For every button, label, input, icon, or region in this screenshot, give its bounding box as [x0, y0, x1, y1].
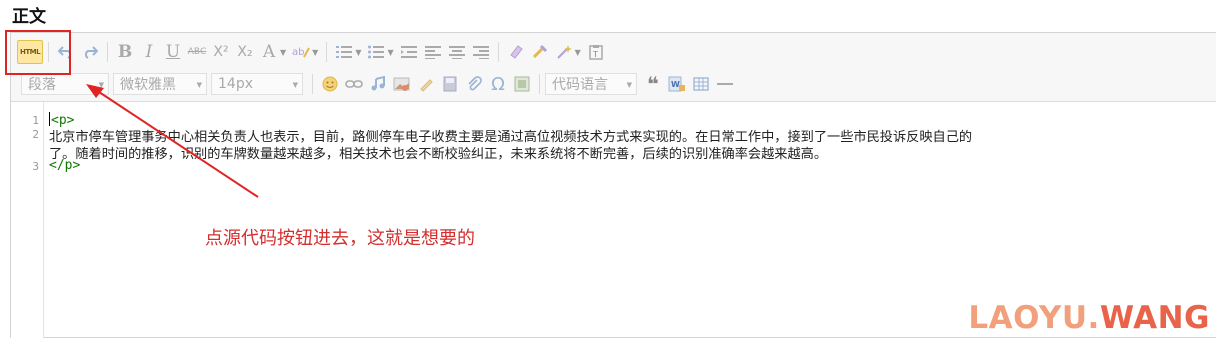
watermark-part-1: LAOYU.: [968, 300, 1100, 336]
watermark: LAOYU.WANG: [968, 300, 1210, 336]
annotation-text: 点源代码按钮进去，这就是想要的: [205, 228, 475, 249]
watermark-part-2: WANG: [1099, 300, 1210, 336]
annotation-arrow: [86, 84, 259, 198]
